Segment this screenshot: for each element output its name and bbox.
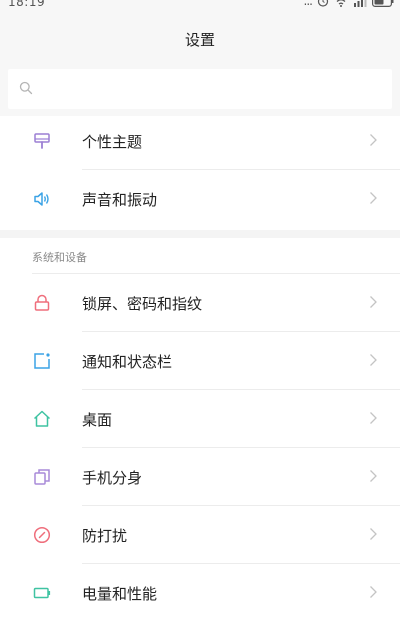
settings-item-desktop[interactable]: 桌面 (0, 390, 400, 448)
settings-item-notifications[interactable]: 通知和状态栏 (0, 332, 400, 390)
section-header: 系统和设备 (0, 238, 400, 274)
settings-item-lock-screen[interactable]: 锁屏、密码和指纹 (0, 274, 400, 332)
status-icons: ... (304, 0, 394, 8)
chevron-right-icon (370, 192, 377, 204)
alarm-icon (317, 0, 329, 7)
search-icon (19, 81, 33, 95)
dual-phone-icon (34, 469, 50, 485)
chevron-right-icon (370, 354, 377, 366)
settings-item-label: 桌面 (82, 411, 113, 429)
settings-item-label: 防打扰 (82, 527, 128, 545)
settings-item-dual-apps[interactable]: 手机分身 (0, 448, 400, 506)
home-icon (33, 410, 51, 427)
chevron-right-icon (370, 412, 377, 424)
more-dots: ... (303, 0, 314, 8)
section-gap (0, 230, 400, 238)
chevron-right-icon (370, 470, 377, 482)
settings-item-label: 声音和振动 (82, 191, 158, 209)
chevron-right-icon (370, 528, 377, 540)
settings-group-personalization: 个性主题 声音和振动 (0, 116, 400, 228)
lock-icon (34, 294, 50, 311)
chevron-right-icon (370, 134, 377, 146)
status-time: 18:19 (8, 0, 46, 9)
settings-item-label: 通知和状态栏 (82, 353, 173, 371)
battery-icon (372, 0, 394, 7)
settings-item-sound[interactable]: 声音和振动 (0, 170, 400, 228)
settings-group-system: 系统和设备 锁屏、密码和指纹 通知和状态栏 桌面 手机分身 防打扰 电量和性能 (0, 238, 400, 622)
search-box[interactable] (8, 69, 392, 109)
settings-item-do-not-disturb[interactable]: 防打扰 (0, 506, 400, 564)
settings-item-label: 手机分身 (82, 469, 143, 487)
chevron-right-icon (370, 296, 377, 308)
settings-item-battery[interactable]: 电量和性能 (0, 564, 400, 622)
settings-item-label: 锁屏、密码和指纹 (82, 295, 203, 313)
search-input[interactable] (42, 69, 382, 109)
header-area: 18:19 ... 设置 (0, 0, 400, 116)
settings-item-label: 个性主题 (82, 133, 143, 151)
page-title: 设置 (184, 31, 215, 49)
status-bar: 18:19 ... (0, 0, 400, 12)
chevron-right-icon (370, 586, 377, 598)
wifi-icon (336, 0, 346, 7)
theme-icon (34, 133, 50, 149)
section-header-label: 系统和设备 (32, 251, 87, 264)
do-not-disturb-icon (33, 526, 51, 544)
signal-icon (354, 0, 367, 7)
battery-performance-icon (33, 587, 51, 599)
notification-icon (34, 353, 50, 369)
settings-item-label: 电量和性能 (82, 585, 158, 603)
speaker-icon (34, 192, 49, 206)
settings-item-theme[interactable]: 个性主题 (0, 112, 400, 170)
